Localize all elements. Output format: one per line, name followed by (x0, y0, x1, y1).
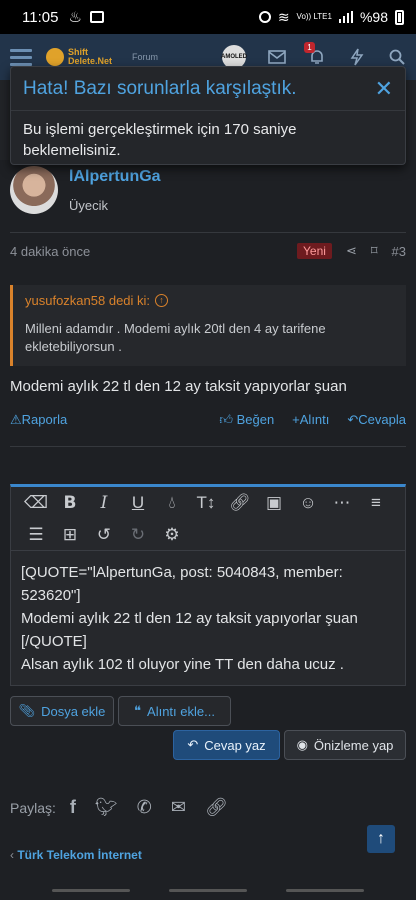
notification-icon: ♨ (68, 9, 82, 26)
gallery-icon (89, 11, 104, 23)
reply-icon: ↶ (187, 737, 199, 752)
divider (10, 446, 406, 447)
nav-gesture-bar (169, 889, 247, 892)
eraser-icon[interactable]: ⌫ (19, 493, 53, 513)
bell-icon[interactable]: 1 (304, 42, 326, 66)
editor-line: [/QUOTE] (21, 633, 87, 650)
search-icon[interactable] (388, 48, 406, 66)
wifi-icon: ≋ (277, 8, 290, 25)
nav-gesture-bar (286, 889, 364, 892)
list-icon[interactable]: ☰ (19, 525, 53, 545)
error-message: Bu işlemi gerçekleştirmek için 170 saniy… (23, 121, 297, 159)
user-title: Üyecik (69, 198, 109, 213)
italic-icon[interactable]: I (87, 493, 121, 513)
avatar[interactable] (10, 166, 58, 214)
post-time[interactable]: 4 dakika önce (10, 244, 297, 259)
nav-gesture-bar (52, 889, 130, 892)
text-size-icon[interactable]: T↕ (189, 493, 223, 513)
more-icon[interactable]: ⋯ (325, 493, 359, 513)
gear-icon[interactable]: ⚙ (155, 525, 189, 545)
smiley-icon[interactable]: ☺ (291, 493, 325, 513)
insert-quote-button[interactable]: ❝ Alıntı ekle... (118, 696, 231, 726)
reply-icon: ↶ (347, 412, 359, 427)
quote-block: yusufozkan58 dedi ki: ↑ Milleni adamdır … (10, 285, 406, 366)
eye-icon: ◉ (296, 737, 308, 752)
underline-icon[interactable]: U (121, 493, 155, 513)
editor-line: [QUOTE="lAlpertunGa, post: 5040843, memb… (21, 564, 343, 604)
redo-icon[interactable]: ↻ (121, 525, 155, 545)
reply-button[interactable]: ↶Cevapla (347, 412, 406, 428)
battery-percent: %98 (359, 9, 388, 25)
post-meta: 4 dakika önce Yeni ⋖ ⌑ #3 (10, 242, 406, 260)
undo-icon[interactable]: ↺ (87, 525, 121, 545)
site-logo[interactable]: Shift Delete.Net (46, 48, 112, 66)
alerts-badge: 1 (304, 42, 315, 53)
color-drop-icon[interactable]: 💧︎ (155, 493, 189, 513)
twitter-icon[interactable]: 🐦︎ (95, 797, 118, 818)
close-icon[interactable]: ✕ (375, 77, 393, 100)
reply-editor: ⌫ B I U 💧︎ T↕ 🔗︎ ▣ ☺ ⋯ ≡ ☰ ⊞ ↺ ↻ ⚙ [QUOT… (10, 484, 406, 686)
whatsapp-icon[interactable]: ✆ (137, 797, 152, 818)
status-time: 11:05 (22, 8, 59, 26)
scroll-top-button[interactable]: ↑ (367, 825, 395, 853)
divider (10, 232, 406, 233)
signal-label: Vo)) LTE1 (296, 12, 332, 21)
table-icon[interactable]: ⊞ (53, 525, 87, 545)
post-author: lAlpertunGa Üyecik (10, 166, 161, 214)
post-actions: ⚠Raporla 👍︎ Beğen +Alıntı ↶Cevapla (10, 412, 406, 428)
share-icon[interactable]: ⋖ (346, 243, 357, 259)
menu-icon[interactable] (10, 48, 32, 66)
attach-file-button[interactable]: 📎︎ Dosya ekle (10, 696, 114, 726)
align-icon[interactable]: ≡ (359, 493, 393, 513)
warning-icon: ⚠ (10, 412, 22, 427)
like-button[interactable]: 👍︎ Beğen (219, 412, 274, 428)
quote-button[interactable]: +Alıntı (292, 412, 329, 428)
arrow-up-circle-icon[interactable]: ↑ (155, 294, 169, 307)
editor-line: Alsan aylık 102 tl oluyor yine TT den da… (21, 656, 344, 673)
error-title: Hata! Bazı sorunlarla karşılaştık. (23, 77, 297, 99)
logo-icon (46, 48, 64, 66)
new-badge: Yeni (297, 243, 332, 259)
status-bar: 11:05 ♨ ≋ Vo)) LTE1 %98 (0, 0, 416, 34)
link-icon[interactable]: 🔗︎ (205, 797, 228, 818)
share-label: Paylaş: (10, 799, 56, 816)
arrow-up-icon: ↑ (377, 830, 385, 847)
error-dialog: Hata! Bazı sorunlarla karşılaştık. ✕ Bu … (10, 66, 406, 165)
quote-author[interactable]: yusufozkan58 dedi ki: (25, 293, 150, 308)
facebook-icon[interactable]: f (70, 797, 76, 818)
quote-text: Milleni adamdır . Modemi aylık 20tl den … (25, 321, 326, 354)
preview-button[interactable]: ◉ Önizleme yap (284, 730, 406, 760)
mail-icon[interactable] (268, 48, 286, 66)
editor-textarea[interactable]: [QUOTE="lAlpertunGa, post: 5040843, memb… (11, 551, 405, 686)
battery-icon (395, 9, 404, 25)
link-icon[interactable]: 🔗︎ (223, 493, 257, 513)
paperclip-icon: 📎︎ (18, 703, 36, 718)
editor-line: Modemi aylık 22 tl den 12 ay taksit yapı… (21, 610, 358, 627)
forum-link[interactable]: Forum (132, 52, 158, 62)
quote-icon: ❝ (134, 703, 142, 718)
thumbs-up-icon: 👍︎ (219, 412, 233, 427)
post-reply-button[interactable]: ↶ Cevap yaz (173, 730, 280, 760)
alarm-icon (258, 11, 271, 23)
logo-line2: Delete.Net (68, 56, 113, 66)
share-row: Paylaş: f 🐦︎ ✆ ✉ 🔗︎ (10, 797, 228, 818)
plus-icon: + (292, 412, 300, 427)
report-button[interactable]: ⚠Raporla (10, 412, 201, 428)
post-body: Modemi aylık 22 tl den 12 ay taksit yapı… (10, 378, 347, 395)
image-icon[interactable]: ▣ (257, 493, 291, 513)
post-number[interactable]: #3 (392, 244, 406, 259)
breadcrumb[interactable]: ‹ Türk Telekom İnternet (10, 848, 142, 862)
email-icon[interactable]: ✉ (171, 797, 186, 818)
username[interactable]: lAlpertunGa (69, 168, 161, 186)
bookmark-icon[interactable]: ⌑ (371, 243, 378, 259)
bold-icon[interactable]: B (53, 493, 87, 513)
signal-icon (338, 11, 353, 23)
bolt-icon[interactable] (348, 48, 366, 66)
